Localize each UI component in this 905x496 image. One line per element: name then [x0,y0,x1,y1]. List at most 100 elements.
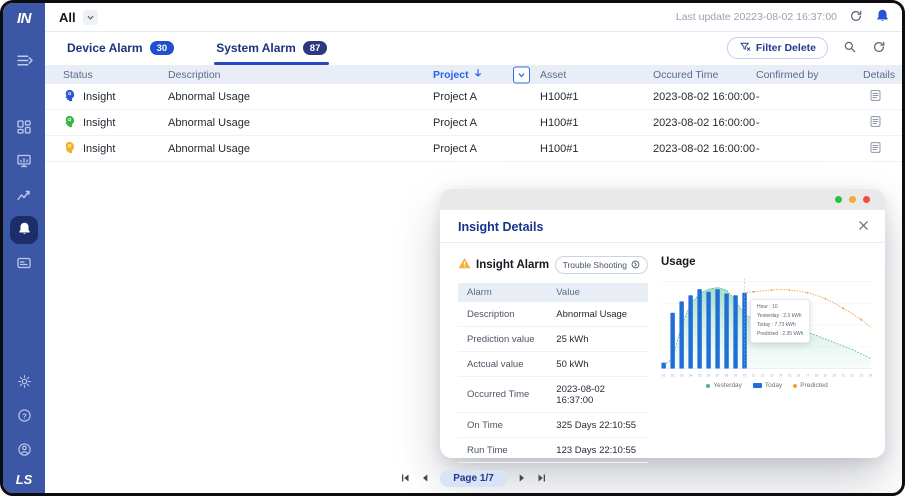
usage-chart: 0102030405060708091011121314151617181920… [661,276,873,380]
status-cell: Insight [63,141,168,157]
svg-text:?: ? [22,411,27,420]
search-icon [843,40,857,57]
sidebar-item-report[interactable] [7,247,41,281]
svg-text:03: 03 [680,374,684,378]
search-button[interactable] [843,40,857,57]
occured-time-cell: 2023-08-02 16:00:00 [653,91,756,103]
tab-count-badge: 87 [303,41,328,55]
svg-text:21: 21 [842,374,846,378]
tab-system-alarm[interactable]: System Alarm 87 [214,33,329,65]
table-refresh-button[interactable] [872,40,886,57]
table-row[interactable]: Insight Abnormal Usage Project A H100#1 … [45,136,902,162]
column-asset: Asset [540,69,653,81]
legend-item-today[interactable]: Today [753,382,782,389]
description-cell: Abnormal Usage [168,117,433,129]
svg-text:18: 18 [815,374,819,378]
svg-text:09: 09 [734,374,738,378]
alarm-value: 50 kWh [547,352,648,377]
svg-text:15: 15 [788,374,792,378]
sidebar-item-monitoring[interactable] [7,145,41,179]
insight-alarm-header: Insight Alarm Trouble Shooting [458,256,648,274]
confirmed-by-cell: - [756,117,863,129]
svg-text:07: 07 [716,374,720,378]
tab-device-alarm[interactable]: Device Alarm 30 [65,33,176,65]
help-button[interactable]: ? [7,400,41,434]
monitor-chart-icon [16,153,32,172]
app-window: IN [0,0,905,496]
column-project-sort[interactable]: Project [433,65,540,84]
chevron-next-icon [517,471,527,486]
svg-text:23: 23 [859,374,863,378]
asset-cell: H100#1 [540,143,653,155]
account-button[interactable] [7,434,41,468]
refresh-button[interactable] [849,9,863,26]
status-label: Insight [83,143,115,155]
tabbar: Device Alarm 30 System Alarm 87 Filter D… [45,32,902,65]
skip-first-icon [400,471,410,486]
value-col-header: Value [547,283,648,302]
notifications-button[interactable] [875,8,890,26]
confirmed-by-cell: - [756,143,863,155]
details-button[interactable] [869,141,902,157]
svg-text:12: 12 [761,374,765,378]
insight-head-icon [63,141,76,157]
project-filter-dropdown[interactable] [513,66,530,83]
insight-head-icon [63,115,76,131]
prev-page-button[interactable] [420,471,430,486]
alarm-detail-row: Run Time123 Days 22:10:55 [458,438,648,463]
bell-icon [17,221,32,239]
svg-text:06: 06 [707,374,711,378]
asset-cell: H100#1 [540,117,653,129]
svg-text:14: 14 [779,374,783,378]
status-cell: Insight [63,89,168,105]
predicted-swatch [793,384,797,388]
tooltip-line: Predicted : 2.35 kWh [757,330,803,339]
project-cell: Project A [433,91,540,103]
filter-delete-button[interactable]: Filter Delete [727,37,828,59]
trouble-shooting-button[interactable]: Trouble Shooting [555,256,648,274]
ls-logo: LS [16,472,33,487]
alarm-label: Actcual value [458,352,547,377]
details-button[interactable] [869,89,902,105]
details-button[interactable] [869,115,902,131]
sidebar-item-dashboard[interactable] [7,111,41,145]
refresh-icon [872,40,886,57]
menu-open-icon [16,52,33,72]
document-icon [869,141,882,157]
modal-close-button[interactable] [858,219,869,234]
window-restore-dot[interactable] [849,196,856,203]
legend-label: Today [765,382,782,389]
confirmed-by-cell: - [756,91,863,103]
scope-dropdown[interactable]: All [59,10,98,25]
next-page-button[interactable] [517,471,527,486]
first-page-button[interactable] [400,471,410,486]
document-icon [869,89,882,105]
help-icon: ? [17,408,32,426]
alarm-value: 325 Days 22:10:55 [547,413,648,438]
bell-icon [875,8,890,26]
svg-text:20: 20 [833,374,837,378]
legend-item-yesterday[interactable]: Yesterday [706,382,742,389]
table-row[interactable]: Insight Abnormal Usage Project A H100#1 … [45,110,902,136]
project-cell: Project A [433,117,540,129]
sidebar-item-alarm[interactable] [10,216,38,244]
settings-button[interactable] [7,366,41,400]
column-occured-time: Occured Time [653,69,756,81]
table-body: Insight Abnormal Usage Project A H100#1 … [45,84,902,162]
alarm-detail-row: DescriptionAbnormal Usage [458,302,648,327]
sidebar-collapse-button[interactable] [7,45,41,79]
table-row[interactable]: Insight Abnormal Usage Project A H100#1 … [45,84,902,110]
sidebar-footer: ? LS [7,366,41,493]
legend-label: Yesterday [713,382,742,389]
modal-header: Insight Details [440,210,885,243]
alarm-value: 2023-08-02 16:37:00 [547,377,648,413]
sidebar-item-trend[interactable] [7,179,41,213]
window-close-dot[interactable] [863,196,870,203]
window-minimize-dot[interactable] [835,196,842,203]
usage-section: Usage 0102030405060708091011121314151617… [661,256,873,463]
legend-item-predicted[interactable]: Predicted [793,382,827,389]
occured-time-cell: 2023-08-02 16:00:00 [653,117,756,129]
column-status: Status [63,69,168,81]
tooltip-line: Hour : 10 [757,303,803,312]
last-page-button[interactable] [537,471,547,486]
